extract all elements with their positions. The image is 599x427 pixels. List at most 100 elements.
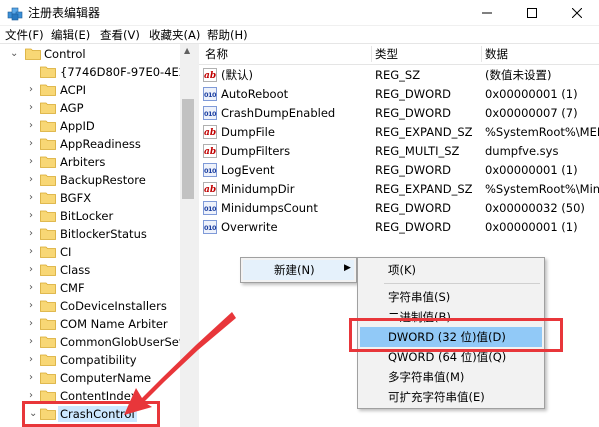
expand-chevron-icon[interactable]: › bbox=[29, 101, 33, 115]
expand-chevron-icon[interactable]: › bbox=[29, 155, 33, 169]
value-type: REG_EXPAND_SZ bbox=[375, 182, 473, 196]
expand-chevron-icon[interactable]: › bbox=[29, 371, 33, 385]
column-header-data[interactable]: 数据 bbox=[485, 44, 508, 64]
tree-label: CoDeviceInstallers bbox=[60, 299, 167, 313]
column-separator[interactable] bbox=[371, 46, 372, 62]
expand-chevron-icon[interactable]: › bbox=[29, 137, 33, 151]
tree-label: BitLocker bbox=[60, 209, 114, 223]
value-type: REG_EXPAND_SZ bbox=[375, 125, 473, 139]
value-name: MinidumpsCount bbox=[221, 201, 318, 215]
expand-chevron-icon[interactable]: › bbox=[29, 191, 33, 205]
tree-label: AGP bbox=[60, 101, 84, 115]
menu-favorites[interactable]: 收藏夹(A) bbox=[149, 27, 200, 43]
expand-chevron-icon[interactable]: › bbox=[29, 299, 33, 313]
tree-scrollbar[interactable]: ▲ bbox=[180, 44, 196, 427]
tree-node[interactable]: › AGP bbox=[0, 99, 180, 117]
tree-node[interactable]: › CommonGlobUserSett bbox=[0, 333, 188, 351]
registry-tree[interactable]: ⌄ Control {7746D80F-97E0-4E26- › ACPI › AGP ›… bbox=[0, 44, 196, 427]
minimize-button[interactable] bbox=[464, 0, 509, 26]
folder-icon bbox=[40, 354, 56, 366]
tree-node[interactable]: › Compatibility bbox=[0, 351, 180, 369]
table-row[interactable]: ab DumpFile REG_EXPAND_SZ %SystemRoot%\MEM bbox=[199, 123, 599, 142]
tree-node[interactable]: {7746D80F-97E0-4E26- bbox=[0, 63, 196, 81]
expand-chevron-icon[interactable]: › bbox=[29, 245, 33, 259]
tree-node[interactable]: › ComputerName bbox=[0, 369, 180, 387]
folder-icon bbox=[40, 210, 56, 222]
string-value-icon: ab bbox=[203, 125, 217, 139]
table-row[interactable]: ab DumpFilters REG_MULTI_SZ dumpfve.sys bbox=[199, 142, 599, 161]
scroll-up-icon[interactable]: ▲ bbox=[184, 46, 190, 55]
column-separator[interactable] bbox=[481, 46, 482, 62]
tree-node[interactable]: › BackupRestore bbox=[0, 171, 180, 189]
menu-item-key[interactable]: 项(K) bbox=[360, 260, 542, 280]
table-row[interactable]: ab MinidumpDir REG_EXPAND_SZ %SystemRoot%\M… bbox=[199, 180, 599, 199]
expand-chevron-icon[interactable]: › bbox=[29, 281, 33, 295]
tree-node[interactable]: › CoDeviceInstallers bbox=[0, 297, 180, 315]
table-row[interactable]: 010 MinidumpsCount REG_DWORD 0x00000032 (50… bbox=[199, 199, 599, 218]
value-type: REG_DWORD bbox=[375, 87, 452, 101]
expand-chevron-icon[interactable]: › bbox=[29, 317, 33, 331]
expand-chevron-icon[interactable]: › bbox=[29, 227, 33, 241]
tree-node[interactable]: › CI bbox=[0, 243, 180, 261]
tree-label: BackupRestore bbox=[60, 173, 146, 187]
tree-node[interactable]: › BitlockerStatus bbox=[0, 225, 180, 243]
tree-label: Class bbox=[60, 263, 91, 277]
value-type: REG_SZ bbox=[375, 68, 421, 82]
tree-label: AppReadiness bbox=[60, 137, 141, 151]
tree-node[interactable]: › BGFX bbox=[0, 189, 180, 207]
collapse-chevron-icon[interactable]: ⌄ bbox=[10, 47, 18, 61]
tree-node[interactable]: › Class bbox=[0, 261, 180, 279]
value-name: MinidumpDir bbox=[221, 182, 295, 196]
crashcontrol-highlight-box bbox=[22, 401, 160, 427]
tree-node[interactable]: › BitLocker bbox=[0, 207, 180, 225]
menu-item-expandable-string-value[interactable]: 可扩充字符串值(E) bbox=[360, 387, 542, 407]
tree-node-control[interactable]: ⌄ Control bbox=[0, 45, 180, 63]
tree-node[interactable]: › ACPI bbox=[0, 81, 180, 99]
expand-chevron-icon[interactable]: › bbox=[29, 335, 33, 349]
column-header-name[interactable]: 名称 bbox=[205, 44, 228, 64]
tree-label: BGFX bbox=[60, 191, 92, 205]
table-row[interactable]: ab (默认) REG_SZ (数值未设置) bbox=[199, 66, 599, 85]
maximize-icon bbox=[526, 8, 537, 18]
expand-chevron-icon[interactable]: › bbox=[29, 263, 33, 277]
expand-chevron-icon[interactable]: › bbox=[29, 353, 33, 367]
tree-node[interactable]: › AppID bbox=[0, 117, 180, 135]
title-bar: 注册表编辑器 bbox=[0, 0, 599, 26]
tree-label: ComputerName bbox=[60, 371, 152, 385]
expand-chevron-icon[interactable]: › bbox=[29, 173, 33, 187]
scrollbar-thumb[interactable] bbox=[182, 99, 194, 199]
tree-node[interactable]: › Arbiters bbox=[0, 153, 180, 171]
menu-item-string-value[interactable]: 字符串值(S) bbox=[360, 287, 542, 307]
menu-file[interactable]: 文件(F) bbox=[5, 27, 44, 43]
folder-icon bbox=[40, 318, 56, 330]
dword-value-icon: 010 bbox=[203, 106, 217, 120]
folder-icon bbox=[40, 120, 56, 132]
value-type: REG_DWORD bbox=[375, 163, 452, 177]
tree-label: CI bbox=[60, 245, 72, 259]
menu-help[interactable]: 帮助(H) bbox=[207, 27, 248, 43]
tree-node[interactable]: › CMF bbox=[0, 279, 180, 297]
value-data: 0x00000007 (7) bbox=[485, 106, 578, 120]
table-row[interactable]: 010 AutoReboot REG_DWORD 0x00000001 (1) bbox=[199, 85, 599, 104]
tree-node[interactable]: › COM Name Arbiter bbox=[0, 315, 180, 333]
expand-chevron-icon[interactable]: › bbox=[29, 83, 33, 97]
submenu-arrow-icon: ▶ bbox=[344, 263, 351, 273]
menu-item-multi-string-value[interactable]: 多字符串值(M) bbox=[360, 367, 542, 387]
expand-chevron-icon[interactable]: › bbox=[29, 209, 33, 223]
value-data: 0x00000032 (50) bbox=[485, 201, 585, 215]
menu-edit[interactable]: 编辑(E) bbox=[51, 27, 90, 43]
maximize-button[interactable] bbox=[509, 0, 554, 26]
column-header-type[interactable]: 类型 bbox=[375, 44, 398, 64]
table-row[interactable]: 010 LogEvent REG_DWORD 0x00000001 (1) bbox=[199, 161, 599, 180]
menu-view[interactable]: 查看(V) bbox=[100, 27, 140, 43]
table-row[interactable]: 010 Overwrite REG_DWORD 0x00000001 (1) bbox=[199, 218, 599, 237]
menu-item-new[interactable]: 新建(N) ▶ bbox=[243, 260, 354, 280]
table-row[interactable]: 010 CrashDumpEnabled REG_DWORD 0x00000007 (… bbox=[199, 104, 599, 123]
dword-value-icon: 010 bbox=[203, 87, 217, 101]
dword-value-icon: 010 bbox=[203, 220, 217, 234]
expand-chevron-icon[interactable]: › bbox=[29, 119, 33, 133]
tree-node[interactable]: › AppReadiness bbox=[0, 135, 180, 153]
tree-label: AppID bbox=[60, 119, 95, 133]
value-type: REG_DWORD bbox=[375, 220, 452, 234]
close-button[interactable] bbox=[554, 0, 599, 26]
